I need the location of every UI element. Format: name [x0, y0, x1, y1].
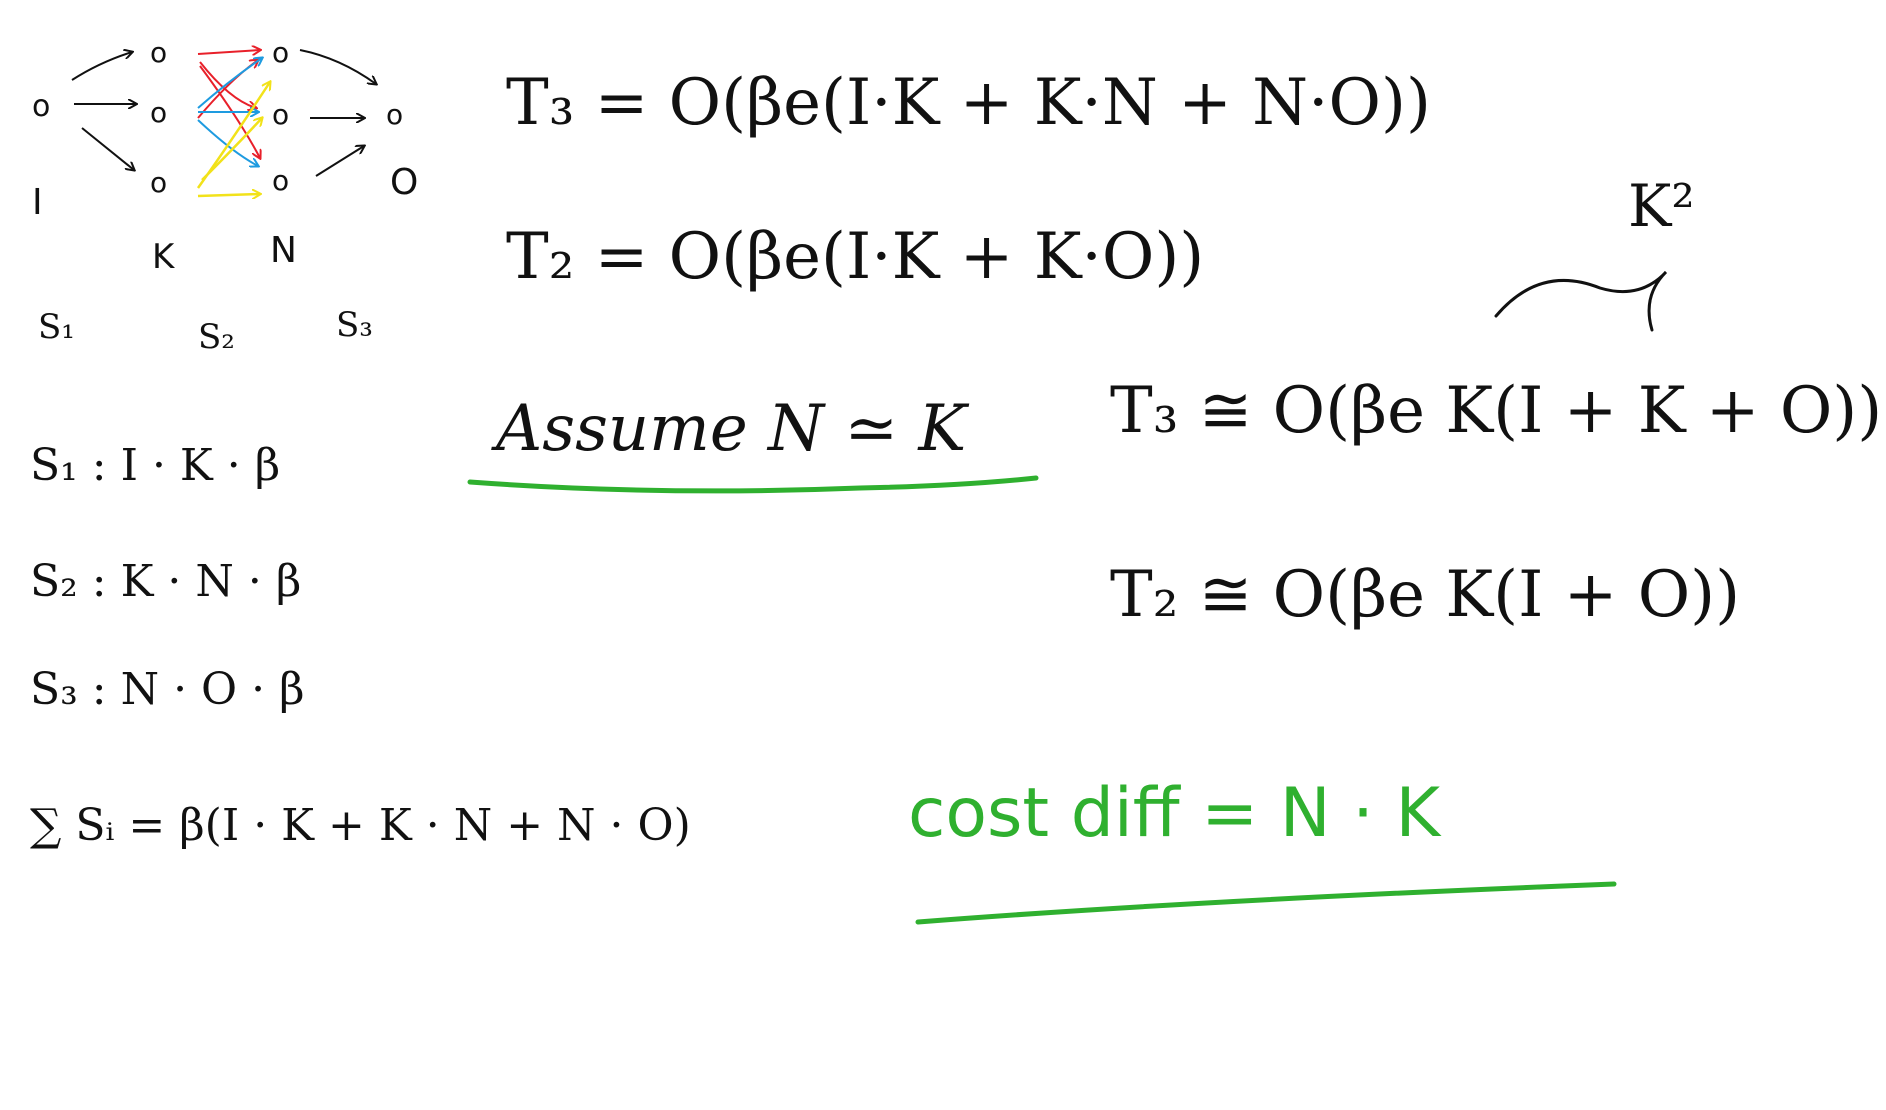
arrow-n3-o [315, 146, 364, 177]
label-i: I [32, 182, 43, 223]
k-squared-note: K² [1628, 172, 1695, 240]
k-node-top: o [150, 36, 167, 69]
output-node-bottom: O [390, 162, 418, 203]
assumption-underline [467, 475, 1039, 494]
equation-t2: T₂ = O(βe(I·K + K·O)) [506, 220, 1204, 294]
label-s3: S₃ [336, 305, 373, 345]
label-k: K [152, 237, 176, 277]
k-squared-brace [1494, 270, 1668, 332]
equation-t3: T₃ = O(βe(I·K + K·N + N·O)) [506, 66, 1431, 140]
output-node-mid: o [386, 98, 403, 131]
k-node-bottom: o [150, 166, 167, 199]
sum-s2: S₂ : K · N · β [30, 556, 301, 607]
n-node-mid: o [272, 98, 289, 131]
n-node-bottom: o [272, 164, 289, 197]
sum-s1: S₁ : I · K · β [30, 440, 280, 491]
cost-difference: cost diff = N · K [908, 774, 1443, 853]
arrow-i-k1 [71, 52, 132, 81]
arrow-i-k3 [81, 127, 134, 170]
assumption: Assume N ≃ K [491, 392, 969, 466]
arrow-n1-o [299, 49, 376, 84]
main-equations: T₃ = O(βe(I·K + K·N + N·O)) T₂ = O(βe(I·… [467, 66, 1882, 925]
input-node: o [32, 89, 50, 124]
equation-t3-approx: T₃ ≅ O(βe K(I + K + O)) [1110, 374, 1882, 448]
label-s2: S₂ [198, 317, 235, 357]
k-node-mid: o [150, 96, 167, 129]
label-s1: S₁ [38, 307, 75, 347]
cost-difference-underline [915, 881, 1617, 925]
sum-total: ∑ Sᵢ = β(I · K + K · N + N · O) [30, 800, 691, 851]
equation-t2-approx: T₂ ≅ O(βe K(I + O)) [1110, 558, 1740, 632]
n-node-top: o [272, 36, 289, 69]
network-diagram: o o o o o o o o O I K N S₁ S₂ S₃ [32, 36, 418, 357]
blue-connections [197, 58, 262, 166]
sum-s3: S₃ : N · O · β [30, 664, 305, 715]
sum-expressions: S₁ : I · K · β S₂ : K · N · β S₃ : N · O… [30, 440, 691, 851]
label-n: N [270, 230, 297, 271]
whiteboard-canvas: o o o o o o o o O I K N S₁ S₂ S₃ S₁: I … [30, 36, 1882, 925]
